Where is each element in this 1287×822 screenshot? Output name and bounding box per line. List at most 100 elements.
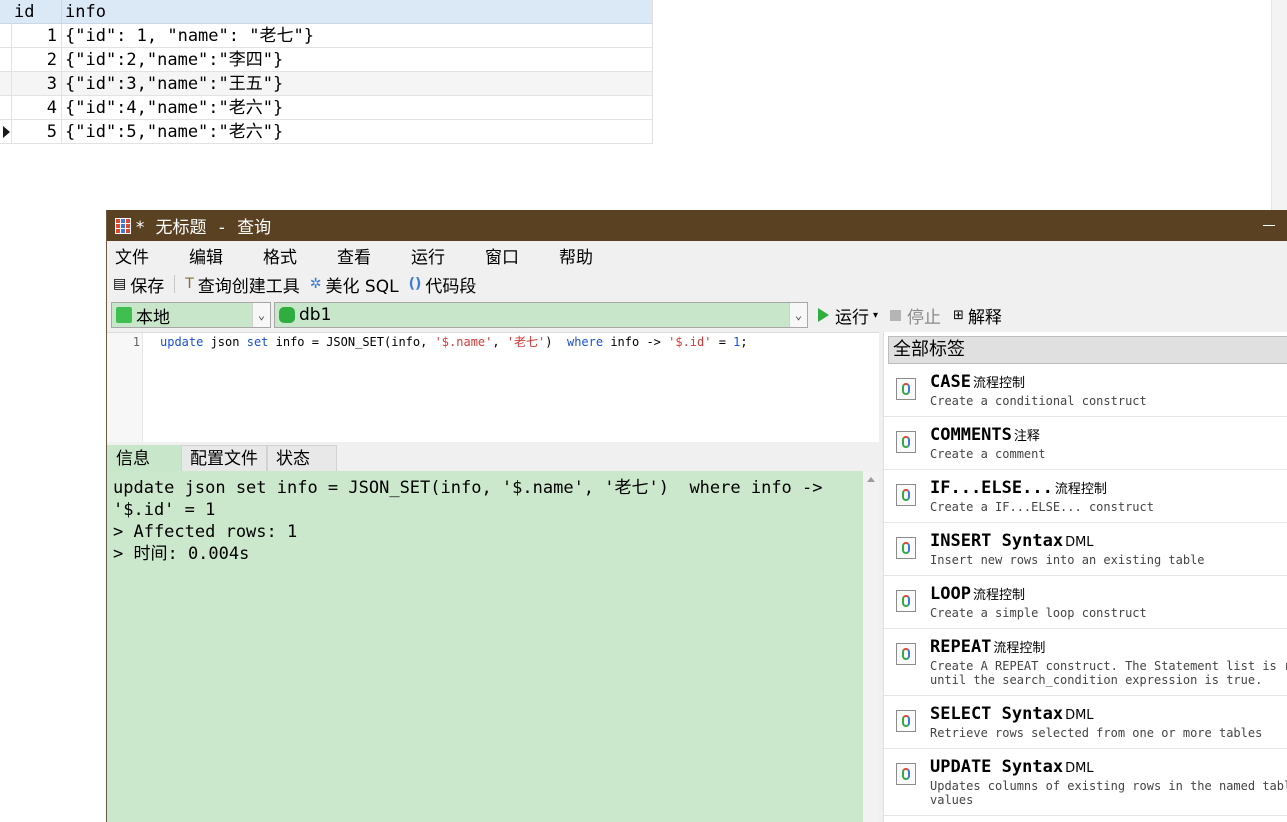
database-value: db1 [299, 305, 332, 325]
window-titlebar[interactable]: * 无标题 - 查询 [107, 210, 1287, 241]
chevron-down-icon[interactable]: ⌄ [252, 303, 270, 327]
menu-window[interactable]: 窗口 [485, 243, 551, 268]
output-line: update json set info = JSON_SET(info, '$… [113, 478, 823, 498]
row-selector[interactable] [0, 120, 12, 143]
snippet-title: REPEAT [930, 637, 992, 657]
snippet-tag: 流程控制 [1054, 482, 1107, 497]
sql-editor[interactable]: 1 update json set info = JSON_SET(info, … [107, 332, 879, 442]
sql-text: = [711, 335, 734, 349]
cell-id[interactable]: 2 [12, 48, 62, 71]
cell-id[interactable]: 1 [12, 24, 62, 47]
snippet-item[interactable]: UPDATE Syntax DML Updates columns of exis… [884, 749, 1287, 816]
snippet-description: Insert new rows into an existing table [930, 553, 1205, 567]
save-button[interactable]: ▤ 保存 [113, 272, 164, 297]
snippet-description: Updates columns of existing rows in the … [930, 779, 1287, 807]
menu-edit[interactable]: 编辑 [189, 243, 255, 268]
tab-profile[interactable]: 配置文件 [181, 445, 267, 471]
tab-status[interactable]: 状态 [267, 445, 337, 471]
table-row[interactable]: 3 {"id":3,"name":"王五"} [0, 72, 653, 96]
menu-file[interactable]: 文件 [115, 243, 181, 268]
sql-keyword: update [160, 335, 204, 349]
menu-help[interactable]: 帮助 [559, 243, 625, 268]
scroll-up-icon[interactable] [867, 477, 875, 482]
snippet-icon [896, 431, 916, 453]
snippet-item[interactable]: SELECT Syntax DML Retrieve rows selected … [884, 696, 1287, 749]
column-header-id[interactable]: id [0, 0, 62, 23]
snippet-panel: 全部标签 CASE 流程控制 Create a conditional const… [883, 332, 1287, 822]
cell-id[interactable]: 4 [12, 96, 62, 119]
query-window: * 无标题 - 查询 文件 编辑 格式 查看 运行 窗口 帮助 ▤ 保存 T 查… [106, 210, 1287, 822]
sql-code-line[interactable]: update json set info = JSON_SET(info, '$… [160, 335, 748, 349]
sql-string: '$.name' [434, 335, 493, 349]
row-selector[interactable] [0, 24, 12, 47]
minimize-icon[interactable] [1263, 225, 1275, 226]
code-snippet-label: 代码段 [425, 276, 477, 297]
grid-border [652, 0, 653, 144]
table-row[interactable]: 2 {"id":2,"name":"李四"} [0, 48, 653, 72]
tab-message[interactable]: 信息 [107, 445, 181, 471]
code-snippet-button[interactable]: () 代码段 [409, 272, 477, 297]
current-row-pointer-icon [3, 126, 10, 138]
snippet-filter[interactable]: 全部标签 [888, 336, 1287, 364]
snippet-tag: 流程控制 [993, 641, 1046, 656]
explain-button[interactable]: ⊞ 解释 [953, 303, 1002, 328]
row-selector[interactable] [0, 48, 12, 71]
run-label: 运行 [835, 307, 869, 328]
snippet-icon [896, 537, 916, 559]
query-builder-label: 查询创建工具 [197, 276, 300, 297]
grid-header: id info [0, 0, 653, 24]
cell-info[interactable]: {"id":2,"name":"李四"} [62, 48, 653, 71]
cell-id[interactable]: 5 [12, 120, 62, 143]
play-icon [818, 308, 829, 322]
cell-info[interactable]: {"id":4,"name":"老六"} [62, 96, 653, 119]
row-selector[interactable] [0, 72, 12, 95]
run-button[interactable]: 运行 ▾ [818, 303, 878, 328]
snippet-icon [896, 643, 916, 665]
sql-keyword: set [246, 335, 269, 349]
snippet-title: LOOP [930, 584, 971, 604]
run-dropdown-icon[interactable]: ▾ [873, 310, 878, 321]
output-scrollbar[interactable] [863, 471, 879, 822]
table-row[interactable]: 4 {"id":4,"name":"老六"} [0, 96, 653, 120]
save-icon: ▤ [113, 276, 127, 292]
snippet-item[interactable]: COMMENTS 注释 Create a comment [884, 417, 1287, 470]
cell-info[interactable]: {"id":5,"name":"老六"} [62, 120, 653, 143]
snippet-title: INSERT Syntax [930, 531, 1064, 551]
connection-select[interactable]: 本地 ⌄ [111, 302, 271, 328]
column-header-info[interactable]: info [62, 0, 653, 23]
result-tabs: 信息 配置文件 状态 [107, 443, 879, 471]
query-builder-button[interactable]: T 查询创建工具 [185, 272, 300, 297]
sql-text: ; [740, 335, 748, 349]
sql-text: info -> [603, 335, 669, 349]
snippet-icon [896, 710, 916, 732]
cell-info[interactable]: {"id": 1, "name": "老七"} [62, 24, 653, 47]
cell-info[interactable]: {"id":3,"name":"王五"} [62, 72, 653, 95]
snippet-item[interactable]: CASE 流程控制 Create a conditional construct [884, 364, 1287, 417]
snippet-item[interactable]: IF...ELSE... 流程控制 Create a IF...ELSE... c… [884, 470, 1287, 523]
row-selector[interactable] [0, 96, 12, 119]
snippet-item[interactable]: INSERT Syntax DML Insert new rows into an… [884, 523, 1287, 576]
menu-format[interactable]: 格式 [263, 243, 329, 268]
snippet-title: COMMENTS [930, 425, 1012, 445]
beautify-sql-button[interactable]: ✲ 美化 SQL [310, 272, 399, 297]
snippet-tag: DML [1065, 761, 1094, 776]
sql-text: ) [545, 335, 567, 349]
menu-run[interactable]: 运行 [411, 243, 477, 268]
snippet-title: IF...ELSE... [930, 478, 1053, 498]
message-output[interactable]: update json set info = JSON_SET(info, '$… [107, 471, 863, 822]
vertical-scrollbar[interactable] [1271, 0, 1287, 212]
snippet-tag: DML [1065, 708, 1094, 723]
stop-button[interactable]: 停止 [890, 303, 941, 328]
cell-id[interactable]: 3 [12, 72, 62, 95]
menu-view[interactable]: 查看 [337, 243, 403, 268]
snippet-item[interactable]: REPEAT 流程控制 Create A REPEAT construct. Th… [884, 629, 1287, 696]
explain-icon: ⊞ [953, 307, 964, 323]
snippet-title: UPDATE Syntax [930, 757, 1064, 777]
database-select[interactable]: db1 ⌄ [274, 302, 808, 328]
line-number: 1 [132, 335, 140, 349]
snippet-item[interactable]: LOOP 流程控制 Create a simple loop construct [884, 576, 1287, 629]
connection-value: 本地 [136, 307, 170, 328]
table-row[interactable]: 5 {"id":5,"name":"老六"} [0, 120, 653, 144]
table-row[interactable]: 1 {"id": 1, "name": "老七"} [0, 24, 653, 48]
chevron-down-icon[interactable]: ⌄ [789, 303, 807, 327]
